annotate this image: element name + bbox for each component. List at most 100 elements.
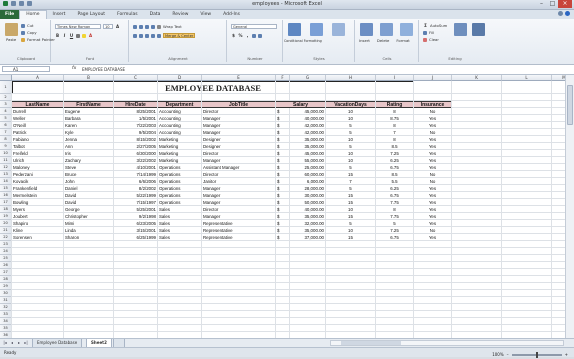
column-header-cell[interactable]: HireDate <box>114 101 157 108</box>
table-cell[interactable]: 35,000.00 <box>291 136 324 143</box>
column-header-f[interactable]: F <box>276 75 290 81</box>
table-cell[interactable]: Sales <box>159 206 200 213</box>
clear-button[interactable]: Clear <box>423 37 439 42</box>
prev-sheet-icon[interactable]: ◂ <box>9 340 15 346</box>
table-cell[interactable]: Sales <box>159 213 200 220</box>
table-cell[interactable]: 5 <box>327 164 374 171</box>
table-cell[interactable]: 6/6/2006 <box>115 178 156 185</box>
tab-view[interactable]: View <box>194 10 217 19</box>
table-cell[interactable]: $ <box>277 178 288 185</box>
name-box[interactable]: A1 <box>2 66 50 72</box>
currency-icon[interactable]: $ <box>231 33 236 38</box>
table-cell[interactable]: Representative <box>203 227 274 234</box>
table-cell[interactable]: 6.75 <box>377 164 412 171</box>
next-sheet-icon[interactable]: ▸ <box>16 340 22 346</box>
table-cell[interactable]: Manager <box>203 213 274 220</box>
table-cell[interactable]: Yes <box>415 143 450 150</box>
table-cell[interactable]: 9/5/2004 <box>115 129 156 136</box>
table-cell[interactable]: 45,000.00 <box>291 150 324 157</box>
tab-file[interactable]: File <box>0 10 20 19</box>
table-cell[interactable]: 45,000.00 <box>291 108 324 115</box>
comma-icon[interactable]: , <box>245 33 250 38</box>
table-cell[interactable]: 10 <box>327 157 374 164</box>
column-header-l[interactable]: L <box>502 75 552 81</box>
table-cell[interactable]: No <box>415 108 450 115</box>
table-cell[interactable]: Accounting <box>159 122 200 129</box>
table-cell[interactable]: Director <box>203 108 274 115</box>
column-header-cell[interactable]: Insurance <box>414 101 451 108</box>
paste-button[interactable]: Paste <box>6 37 16 42</box>
vertical-scrollbar[interactable] <box>565 75 574 338</box>
table-cell[interactable]: 6/30/2000 <box>115 150 156 157</box>
find-select-icon[interactable] <box>472 23 485 36</box>
table-cell[interactable]: 3/15/2001 <box>115 227 156 234</box>
table-cell[interactable]: 7/14/1999 <box>115 171 156 178</box>
table-cell[interactable]: Yes <box>415 150 450 157</box>
table-cell[interactable]: 10 <box>327 115 374 122</box>
table-cell[interactable]: Daniel <box>65 185 112 192</box>
table-cell[interactable]: 42,000.00 <box>291 122 324 129</box>
table-cell[interactable]: Operations <box>159 192 200 199</box>
cell-styles-icon[interactable] <box>332 23 345 36</box>
merge-center-button[interactable]: Merge & Center <box>163 33 196 38</box>
table-cell[interactable]: Director <box>203 171 274 178</box>
column-header-d[interactable]: D <box>158 75 202 81</box>
column-header-cell[interactable]: FirstName <box>64 101 113 108</box>
table-cell[interactable]: George <box>65 206 112 213</box>
table-cell[interactable]: Operations <box>159 164 200 171</box>
table-cell[interactable]: $ <box>277 115 288 122</box>
table-cell[interactable]: Freifeld <box>13 150 62 157</box>
table-cell[interactable]: 10 <box>327 227 374 234</box>
table-cell[interactable]: $ <box>277 164 288 171</box>
table-cell[interactable]: Operations <box>159 199 200 206</box>
table-cell[interactable]: Yes <box>415 115 450 122</box>
table-cell[interactable]: 15 <box>327 234 374 241</box>
close-button[interactable]: × <box>558 0 572 8</box>
autosum-button[interactable]: Σ AutoSum <box>423 23 447 28</box>
copy-button[interactable]: Copy <box>21 30 37 35</box>
table-cell[interactable]: 40,000.00 <box>291 115 324 122</box>
table-cell[interactable]: 6/23/2005 <box>115 220 156 227</box>
column-header-cell[interactable]: Department <box>158 101 201 108</box>
table-cell[interactable]: Yes <box>415 164 450 171</box>
table-cell[interactable]: No <box>415 178 450 185</box>
column-header-cell[interactable]: Salary <box>276 101 325 108</box>
font-size-combo[interactable]: 10 <box>103 24 113 29</box>
percent-icon[interactable]: % <box>238 33 243 38</box>
table-cell[interactable]: Shapiro <box>13 220 62 227</box>
delete-button[interactable]: Delete <box>377 38 389 43</box>
fill-button[interactable]: Fill <box>423 30 434 35</box>
table-cell[interactable]: Yes <box>415 136 450 143</box>
table-cell[interactable]: Yes <box>415 199 450 206</box>
table-cell[interactable]: 8 <box>377 108 412 115</box>
table-cell[interactable]: 7.75 <box>377 199 412 206</box>
table-cell[interactable]: Manager <box>203 199 274 206</box>
align-left-icon[interactable] <box>133 33 137 38</box>
table-cell[interactable]: 8 <box>377 122 412 129</box>
align-right-icon[interactable] <box>145 33 149 38</box>
minimize-ribbon-icon[interactable] <box>558 11 563 16</box>
font-name-combo[interactable]: Times New Roman <box>55 24 101 29</box>
table-cell[interactable]: Fabiano <box>13 136 62 143</box>
increase-decimal-icon[interactable] <box>252 33 256 38</box>
align-middle-icon[interactable] <box>139 24 143 29</box>
table-cell[interactable]: Accounting <box>159 115 200 122</box>
table-cell[interactable]: 40,000.00 <box>291 206 324 213</box>
increase-indent-icon[interactable] <box>157 33 161 38</box>
column-header-k[interactable]: K <box>452 75 502 81</box>
wrap-text-button[interactable]: Wrap Text <box>163 24 182 29</box>
table-cell[interactable]: 25,000.00 <box>291 164 324 171</box>
table-cell[interactable]: Patrick <box>13 129 62 136</box>
table-cell[interactable]: 8.75 <box>377 115 412 122</box>
table-cell[interactable]: Sorensen <box>13 234 62 241</box>
table-cell[interactable]: 8.5 <box>377 171 412 178</box>
table-cell[interactable]: 3/22/2002 <box>115 157 156 164</box>
table-cell[interactable]: Mermelstein <box>13 192 62 199</box>
table-cell[interactable]: Yes <box>415 234 450 241</box>
table-cell[interactable]: 5 <box>327 129 374 136</box>
table-cell[interactable]: 5/22/1999 <box>115 192 156 199</box>
table-cell[interactable]: David <box>65 192 112 199</box>
fill-color-icon[interactable] <box>82 33 86 38</box>
table-cell[interactable]: 30,000.00 <box>291 192 324 199</box>
italic-button[interactable]: I <box>62 33 67 38</box>
